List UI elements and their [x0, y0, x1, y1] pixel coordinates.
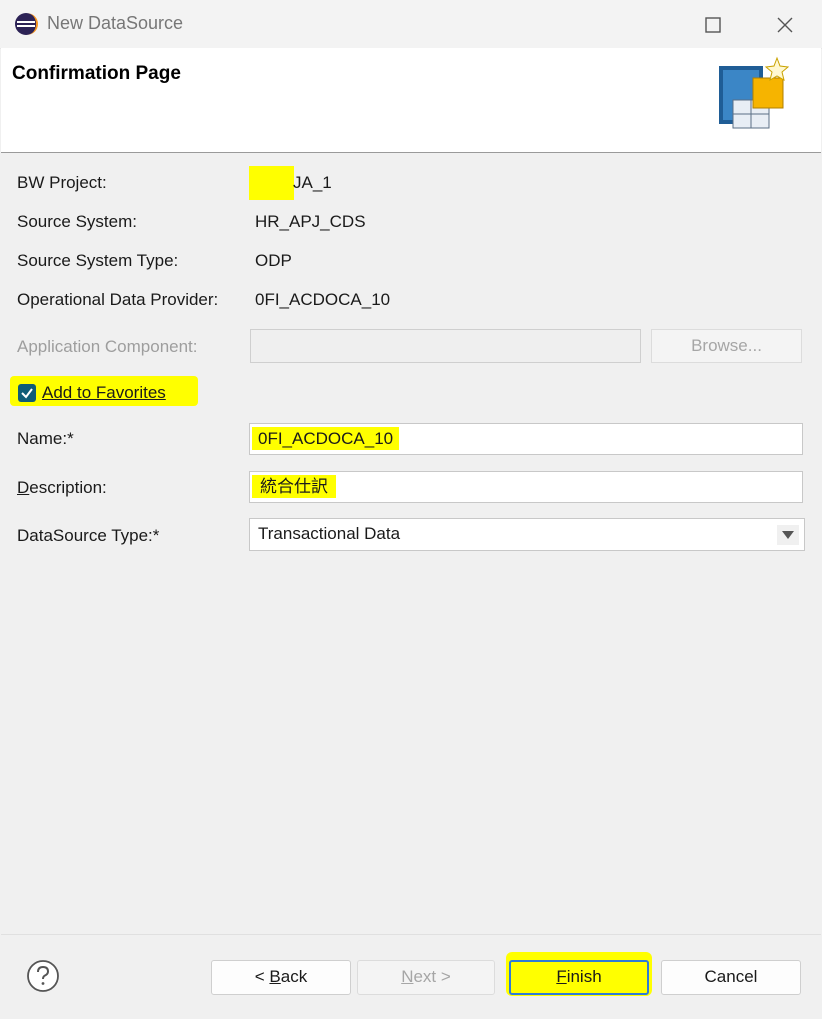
bw-project-label: BW Project:	[17, 173, 107, 192]
bw-project-value: JA_1	[293, 173, 332, 192]
help-icon[interactable]	[25, 958, 61, 994]
close-icon[interactable]	[772, 12, 798, 38]
finish-button[interactable]: Finish	[509, 960, 649, 995]
description-value: 統合仕訳	[252, 475, 336, 498]
window-title: New DataSource	[47, 13, 184, 33]
name-input[interactable]: 0FI_ACDOCA_10	[249, 423, 803, 455]
odp-value: 0FI_ACDOCA_10	[255, 290, 391, 309]
back-button[interactable]: < Back	[211, 960, 351, 995]
checkmark-icon	[21, 388, 33, 399]
name-label: Name:*	[17, 429, 74, 448]
datasource-type-select[interactable]: Transactional Data	[249, 518, 805, 551]
description-input[interactable]: 統合仕訳	[249, 471, 803, 503]
eclipse-icon	[15, 13, 38, 35]
application-component-label: Application Component:	[17, 337, 198, 356]
source-system-value: HR_APJ_CDS	[255, 212, 366, 231]
source-system-type-value: ODP	[255, 251, 292, 270]
chevron-down-icon[interactable]	[777, 525, 799, 545]
wizard-banner: Confirmation Page	[1, 48, 821, 153]
add-to-favorites-checkbox[interactable]	[18, 384, 36, 402]
title-bar: New DataSource	[0, 0, 822, 49]
browse-button[interactable]: Browse...	[651, 329, 802, 363]
footer-divider	[1, 934, 821, 935]
name-value: 0FI_ACDOCA_10	[252, 427, 400, 450]
description-label: Description:	[17, 478, 107, 497]
datasource-type-value: Transactional Data	[258, 524, 401, 543]
next-button[interactable]: Next >	[357, 960, 495, 995]
add-to-favorites-label[interactable]: Add to Favorites	[42, 383, 166, 403]
datasource-wizard-icon	[719, 56, 790, 129]
application-component-input[interactable]	[250, 329, 641, 363]
redaction-highlight	[249, 166, 294, 200]
page-title: Confirmation Page	[12, 63, 181, 84]
datasource-type-label: DataSource Type:*	[17, 526, 160, 545]
source-system-label: Source System:	[17, 212, 137, 231]
maximize-icon[interactable]	[700, 12, 726, 38]
cancel-button[interactable]: Cancel	[661, 960, 801, 995]
odp-label: Operational Data Provider:	[17, 290, 219, 309]
source-system-type-label: Source System Type:	[17, 251, 179, 270]
